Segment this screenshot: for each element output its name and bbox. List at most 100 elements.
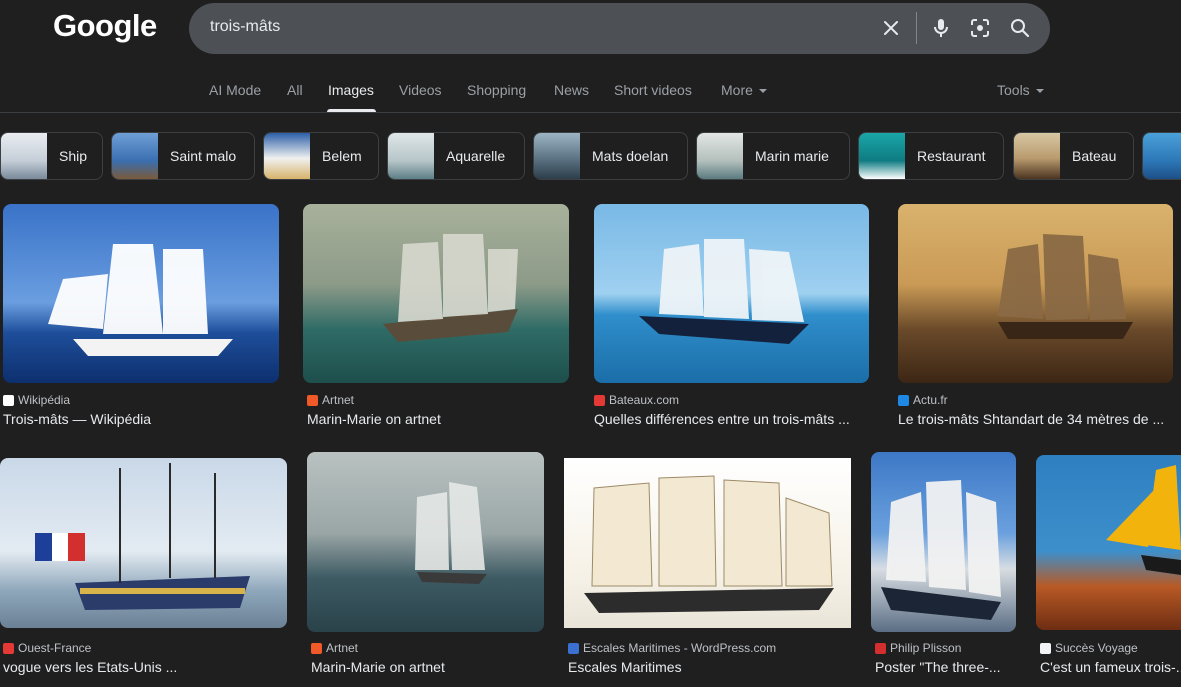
result-title[interactable]: Marin-Marie on artnet [307, 411, 569, 427]
result-source[interactable]: Philip Plisson [875, 641, 961, 655]
tab-ai-mode[interactable]: AI Mode [209, 82, 261, 98]
ship-illustration [35, 463, 250, 610]
source-name: Artnet [326, 641, 359, 655]
source-name: Artnet [322, 393, 355, 407]
chip-belem[interactable]: Belem [263, 132, 379, 180]
result-image[interactable] [1036, 455, 1181, 630]
tools-button[interactable]: Tools [997, 82, 1044, 98]
chip-thumbnail [534, 133, 580, 179]
result-image[interactable] [594, 204, 869, 383]
chip-label: Aquarelle [446, 148, 506, 164]
chip-label: Restaurant [917, 148, 986, 164]
wikipedia-icon [3, 394, 14, 406]
result-image[interactable] [0, 458, 287, 628]
source-name: Actu.fr [913, 393, 948, 407]
result-source[interactable]: Escales Maritimes - WordPress.com [568, 641, 776, 655]
tab-news[interactable]: News [554, 82, 589, 98]
result-source[interactable]: Bateaux.com [594, 393, 679, 407]
source-name: Philip Plisson [890, 641, 962, 655]
search-icon[interactable] [1008, 16, 1032, 40]
philip-plisson-icon [875, 642, 886, 654]
chip-aquarelle[interactable]: Aquarelle [387, 132, 525, 180]
chip-label: Ship [59, 148, 88, 164]
ship-illustration [1106, 465, 1181, 575]
result-image[interactable] [307, 452, 544, 632]
tab-more-label: More [721, 82, 753, 98]
clear-icon[interactable] [879, 16, 903, 40]
chip-overflow[interactable] [1142, 132, 1181, 180]
ouest-france-icon [3, 642, 14, 654]
result-source[interactable]: Artnet [311, 641, 358, 655]
result-image[interactable] [898, 204, 1173, 383]
chip-mats-doelan[interactable]: Mats doelan [533, 132, 688, 180]
result-title[interactable]: C'est un fameux trois-... [1040, 659, 1181, 675]
ship-illustration [383, 234, 518, 342]
chip-thumbnail [697, 133, 743, 179]
tab-short-videos[interactable]: Short videos [614, 82, 692, 98]
search-box[interactable]: trois-mâts [189, 3, 1050, 54]
chip-thumbnail [859, 133, 905, 179]
chip-label: Mats doelan [592, 148, 669, 164]
chip-label: Bateau [1072, 148, 1117, 164]
result-title[interactable]: vogue vers les Etats-Unis ... [3, 659, 287, 675]
artnet-icon [307, 394, 318, 406]
source-name: Escales Maritimes - WordPress.com [583, 641, 777, 655]
result-title[interactable]: Le trois-mâts Shtandart de 34 mètres de … [898, 411, 1178, 427]
source-name: Succès Voyage [1055, 641, 1138, 655]
result-source[interactable]: Succès Voyage [1040, 641, 1138, 655]
artnet-icon [311, 642, 322, 654]
ship-illustration [639, 239, 809, 344]
chip-label: Saint malo [170, 148, 237, 164]
result-title[interactable]: Trois-mâts — Wikipédia [3, 411, 279, 427]
lens-icon[interactable] [968, 16, 992, 40]
chip-bateau[interactable]: Bateau [1013, 132, 1134, 180]
result-title[interactable]: Quelles différences entre un trois-mâts … [594, 411, 869, 427]
result-source[interactable]: Artnet [307, 393, 354, 407]
chevron-down-icon [758, 89, 767, 94]
wordpress-icon [568, 642, 579, 654]
result-title[interactable]: Escales Maritimes [568, 659, 851, 675]
result-source[interactable]: Wikipédia [3, 393, 70, 407]
microphone-icon[interactable] [929, 16, 953, 40]
chip-label: Marin marie [755, 148, 829, 164]
bateaux-icon [594, 394, 605, 406]
ship-illustration [584, 475, 834, 613]
result-image[interactable] [871, 452, 1016, 632]
tab-all[interactable]: All [287, 82, 303, 98]
chip-restaurant[interactable]: Restaurant [858, 132, 1004, 180]
result-title[interactable]: Marin-Marie on artnet [311, 659, 544, 675]
ship-illustration [881, 480, 1001, 620]
result-image[interactable] [564, 458, 851, 628]
chip-thumbnail [1014, 133, 1060, 179]
search-divider [916, 12, 917, 44]
chip-ship[interactable]: Ship [0, 132, 103, 180]
result-image[interactable] [3, 204, 279, 383]
google-logo[interactable]: Google [53, 8, 157, 44]
chip-marin-marie[interactable]: Marin marie [696, 132, 850, 180]
chip-thumbnail [1143, 133, 1181, 179]
actu-icon [898, 394, 909, 406]
chevron-down-icon [1035, 89, 1044, 94]
active-tab-indicator [327, 109, 376, 112]
result-title[interactable]: Poster "The three-... [875, 659, 1016, 675]
tab-images[interactable]: Images [328, 82, 374, 98]
tools-label: Tools [997, 82, 1030, 98]
chip-label: Belem [322, 148, 362, 164]
result-source[interactable]: Actu.fr [898, 393, 948, 407]
tab-more[interactable]: More [721, 82, 767, 98]
source-name: Bateaux.com [609, 393, 680, 407]
ship-illustration [48, 244, 233, 356]
chip-thumbnail [388, 133, 434, 179]
source-name: Wikipédia [18, 393, 71, 407]
tab-shopping[interactable]: Shopping [467, 82, 526, 98]
result-source[interactable]: Ouest-France [3, 641, 91, 655]
search-input[interactable]: trois-mâts [210, 18, 280, 36]
ship-illustration [998, 234, 1133, 339]
tab-videos[interactable]: Videos [399, 82, 442, 98]
chip-saint-malo[interactable]: Saint malo [111, 132, 255, 180]
result-image[interactable] [303, 204, 569, 383]
search-tabs: AI Mode All Images Videos Shopping News … [0, 70, 1181, 113]
source-name: Ouest-France [18, 641, 92, 655]
ship-illustration [415, 482, 487, 584]
chip-thumbnail [264, 133, 310, 179]
